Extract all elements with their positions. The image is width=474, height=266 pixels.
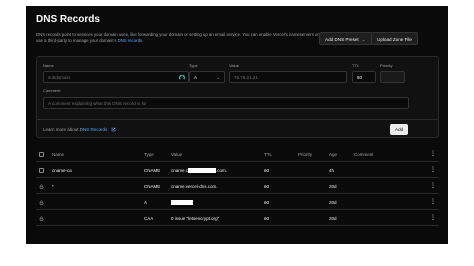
column-value: Value xyxy=(171,152,183,157)
ttl-input[interactable]: 60 xyxy=(352,71,376,83)
add-record-form: Name subdomain Type A ⌄ Value 76.76.21.2… xyxy=(36,56,439,138)
redacted-block xyxy=(188,168,217,174)
record-ttl: 60 xyxy=(264,200,270,205)
record-value-suffix: .com. xyxy=(216,168,228,173)
table-row[interactable]: * CNAME cname.vercel-dns.com. 60 20d ⋮ xyxy=(36,179,439,194)
comment-label: Comment xyxy=(43,88,61,93)
lock-icon xyxy=(39,200,44,205)
add-record-button[interactable]: Add xyxy=(390,124,409,135)
comment-input[interactable]: A comment explaining what this DNS recor… xyxy=(43,97,409,109)
column-priority: Priority xyxy=(298,152,313,157)
priority-label: Priority xyxy=(380,63,393,68)
more-vertical-icon[interactable]: ⋮ xyxy=(430,147,436,162)
add-record-label: Add xyxy=(395,127,404,132)
dns-records-learn-link[interactable]: DNS Records xyxy=(80,127,108,132)
redacted-block xyxy=(171,200,193,206)
record-name: cname-ca xyxy=(52,168,72,173)
select-all-checkbox[interactable] xyxy=(39,152,44,157)
record-name: * xyxy=(52,184,54,189)
comment-placeholder: A comment explaining what this DNS recor… xyxy=(48,101,147,106)
loading-arc-icon xyxy=(179,74,185,80)
record-type: CNAME xyxy=(144,184,161,189)
external-link-icon xyxy=(111,128,115,132)
add-dns-preset-label: Add DNS Preset xyxy=(325,37,359,42)
record-ttl: 60 xyxy=(264,168,270,173)
priority-input[interactable] xyxy=(380,71,405,83)
value-label: Value xyxy=(229,63,239,68)
row-checkbox[interactable] xyxy=(39,168,44,173)
record-value-prefix: cname.c xyxy=(171,168,189,173)
description-end: . xyxy=(142,38,144,43)
more-vertical-icon[interactable]: ⋮ xyxy=(430,163,436,178)
learn-more: Learn more about DNS Records xyxy=(43,127,116,132)
dns-records-page: DNS Records DNS records point to service… xyxy=(26,6,448,244)
ttl-value: 60 xyxy=(357,75,363,80)
record-value: cname.c .com. xyxy=(171,163,227,178)
type-select[interactable]: A ⌄ xyxy=(189,71,225,83)
form-footer: Learn more about DNS Records Add xyxy=(37,119,439,139)
table-row[interactable]: cname-ca CNAME cname.c .com. 60 4h ⋮ xyxy=(36,163,439,178)
column-ttl: TTL xyxy=(264,152,273,157)
chevron-down-icon: ⌄ xyxy=(361,37,366,42)
table-row[interactable]: CAA 0 issue "letsencrypt.org" 60 20d ⋮ xyxy=(36,211,439,226)
record-age: 20d xyxy=(329,200,337,205)
value-placeholder: 76.76.21.21 xyxy=(234,75,258,80)
lock-icon xyxy=(39,184,44,189)
record-age: 20d xyxy=(329,184,337,189)
name-label: Name xyxy=(43,63,54,68)
upload-zone-file-label: Upload Zone File xyxy=(377,37,412,42)
table-header: Name Type Value TTL Priority Age Comment… xyxy=(36,147,439,162)
record-type: CAA xyxy=(144,216,154,221)
page-description: DNS records point to services your domai… xyxy=(36,32,326,44)
record-ttl: 60 xyxy=(264,184,270,189)
value-input[interactable]: 76.76.21.21 xyxy=(229,71,347,83)
name-placeholder: subdomain xyxy=(48,75,71,80)
record-value xyxy=(171,195,193,210)
column-comment: Comment xyxy=(354,152,374,157)
record-ttl: 60 xyxy=(264,216,270,221)
table-row[interactable]: A 60 20d ⋮ xyxy=(36,195,439,210)
dns-records-doc-link[interactable]: DNS records xyxy=(118,38,143,43)
column-type: Type xyxy=(144,152,154,157)
page-title: DNS Records xyxy=(36,14,100,25)
record-value: cname.vercel-dns.com. xyxy=(171,184,218,189)
record-type: CNAME xyxy=(144,168,161,173)
upload-zone-file-button[interactable]: Upload Zone File xyxy=(371,32,418,45)
add-dns-preset-button[interactable]: Add DNS Preset ⌄ xyxy=(319,32,372,45)
more-vertical-icon[interactable]: ⋮ xyxy=(430,179,436,194)
more-vertical-icon[interactable]: ⋮ xyxy=(430,195,436,210)
ttl-label: TTL xyxy=(352,63,360,68)
more-vertical-icon[interactable]: ⋮ xyxy=(430,211,436,226)
record-age: 20d xyxy=(329,216,337,221)
learn-more-text: Learn more about xyxy=(43,127,80,132)
type-label: Type xyxy=(189,63,198,68)
lock-icon xyxy=(39,216,44,221)
record-value: 0 issue "letsencrypt.org" xyxy=(171,216,220,221)
description-text: DNS records point to services your domai… xyxy=(36,32,319,43)
record-age: 4h xyxy=(329,168,335,173)
record-type: A xyxy=(144,200,148,205)
chevron-down-icon: ⌄ xyxy=(216,75,220,80)
type-value: A xyxy=(194,75,198,80)
column-age: Age xyxy=(329,152,338,157)
name-input[interactable]: subdomain xyxy=(43,71,189,83)
column-name: Name xyxy=(52,152,65,157)
